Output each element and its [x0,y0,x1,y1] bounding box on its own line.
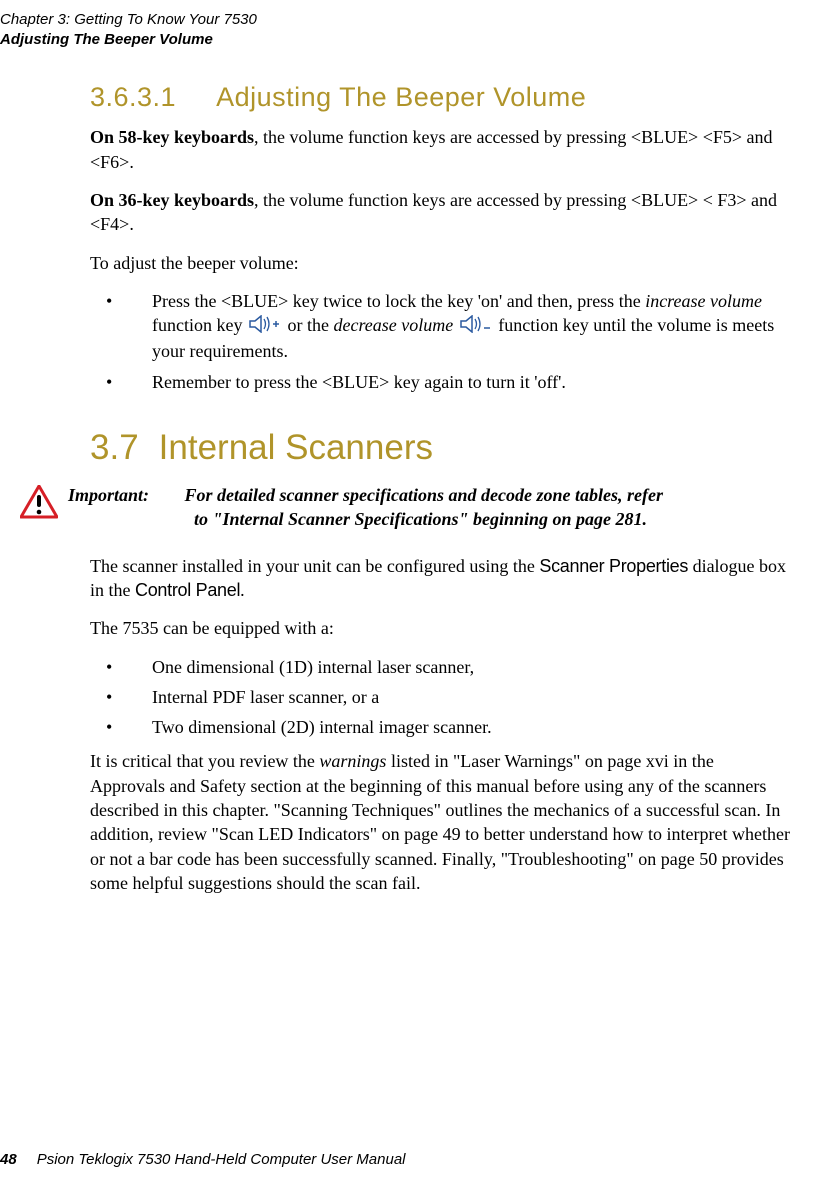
ui-term: Scanner Properties [539,556,688,576]
section-number: 3.7 [90,428,139,467]
page-footer: 48 Psion Teklogix 7530 Hand-Held Computer… [0,1150,406,1170]
bold-text: On 36-key keyboards [90,190,254,210]
volume-up-icon [249,315,281,339]
ui-term: Control Panel [135,580,240,600]
section-heading-37: 3.7 Internal Scanners [90,424,791,471]
list-item: One dimensional (1D) internal laser scan… [106,655,791,679]
paragraph: It is critical that you review the warni… [90,749,791,895]
paragraph: The scanner installed in your unit can b… [90,554,791,603]
footer-text: Psion Teklogix 7530 Hand-Held Computer U… [37,1151,406,1168]
list-item: Press the <BLUE> key twice to lock the k… [106,289,791,364]
bullet-list: One dimensional (1D) internal laser scan… [90,655,791,740]
list-item: Two dimensional (2D) internal imager sca… [106,715,791,739]
bold-text: On 58-key keyboards [90,127,254,147]
page-number: 48 [0,1151,17,1168]
important-note: Important: For detailed scanner specific… [20,483,791,532]
header-chapter: Chapter 3: Getting To Know Your 7530 [0,10,791,30]
body-text: function key [152,315,247,335]
italic-text: decrease volume [333,315,453,335]
body-text: or the [283,315,333,335]
important-body: For detailed scanner specifications and … [185,485,663,505]
important-label: Important: [68,483,180,507]
italic-text: warnings [319,751,386,771]
list-item: Remember to press the <BLUE> key again t… [106,370,791,394]
section-title: Internal Scanners [159,428,433,467]
header-section: Adjusting The Beeper Volume [0,30,791,50]
subsection-heading-3631: 3.6.3.1 Adjusting The Beeper Volume [90,79,791,115]
important-body: to "Internal Scanner Specifications" beg… [194,509,647,529]
paragraph: On 58-key keyboards, the volume function… [90,125,791,174]
body-text: Press the <BLUE> key twice to lock the k… [152,291,645,311]
volume-down-icon [460,315,492,339]
subsection-title: Adjusting The Beeper Volume [216,82,586,112]
page-header: Chapter 3: Getting To Know Your 7530 Adj… [0,10,791,49]
list-item: Internal PDF laser scanner, or a [106,685,791,709]
subsection-number: 3.6.3.1 [90,82,176,112]
italic-text: increase volume [645,291,762,311]
paragraph: To adjust the beeper volume: [90,251,791,275]
important-text: Important: For detailed scanner specific… [68,483,791,532]
warning-icon [20,485,58,525]
body-text: It is critical that you review the [90,751,319,771]
paragraph: On 36-key keyboards, the volume function… [90,188,791,237]
body-text: listed in "Laser Warnings" on page xvi i… [90,751,790,892]
bullet-list: Press the <BLUE> key twice to lock the k… [90,289,791,394]
body-text: . [240,580,245,600]
body-text: The scanner installed in your unit can b… [90,556,539,576]
paragraph: The 7535 can be equipped with a: [90,616,791,640]
